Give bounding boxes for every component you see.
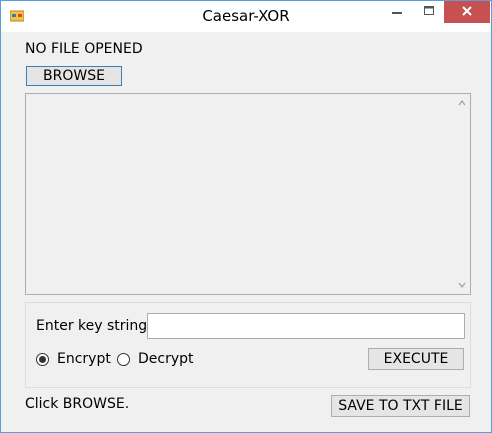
encrypt-label: Encrypt bbox=[57, 351, 111, 367]
execute-button[interactable]: EXECUTE bbox=[368, 348, 464, 370]
scroll-up-icon[interactable] bbox=[457, 98, 467, 108]
close-button[interactable] bbox=[444, 1, 490, 23]
key-input[interactable] bbox=[147, 313, 465, 339]
minimize-button[interactable] bbox=[383, 1, 411, 23]
decrypt-label: Decrypt bbox=[138, 351, 194, 367]
client-area: NO FILE OPENED BROWSE Enter key string E… bbox=[10, 32, 482, 424]
main-window: Caesar-XOR NO FILE OPENED BROWSE Enter k… bbox=[0, 0, 492, 433]
options-group: Enter key string Encrypt Decrypt EXECUTE bbox=[25, 302, 471, 388]
encrypt-radio[interactable]: Encrypt bbox=[36, 351, 111, 367]
maximize-icon bbox=[424, 4, 434, 20]
key-label: Enter key string bbox=[36, 318, 148, 334]
file-status-label: NO FILE OPENED bbox=[25, 41, 143, 57]
browse-button[interactable]: BROWSE bbox=[26, 66, 122, 86]
close-icon bbox=[462, 4, 472, 20]
minimize-icon bbox=[392, 4, 402, 20]
maximize-button[interactable] bbox=[415, 1, 443, 23]
encrypt-radio-indicator[interactable] bbox=[36, 352, 49, 366]
decrypt-radio[interactable]: Decrypt bbox=[117, 351, 194, 367]
scroll-down-icon[interactable] bbox=[457, 280, 467, 290]
file-content-textbox[interactable] bbox=[25, 93, 471, 295]
footer-status-label: Click BROWSE. bbox=[25, 396, 130, 412]
title-bar[interactable]: Caesar-XOR bbox=[1, 1, 491, 32]
decrypt-radio-indicator[interactable] bbox=[117, 352, 130, 366]
save-to-txt-button[interactable]: SAVE TO TXT FILE bbox=[331, 395, 470, 417]
